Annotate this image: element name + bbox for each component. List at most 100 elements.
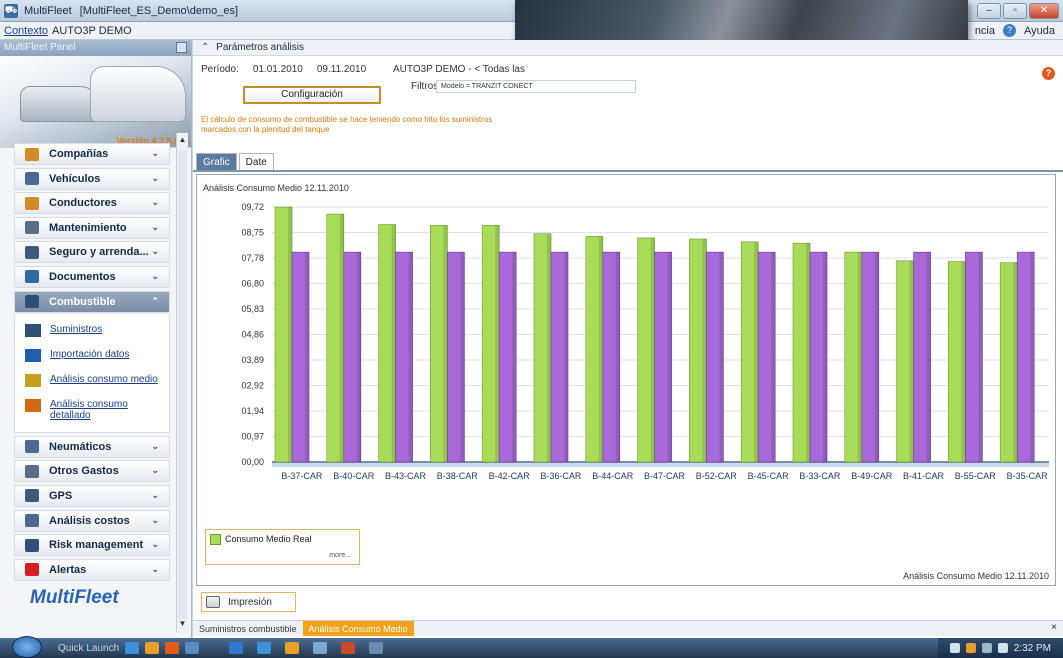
scroll-thumb[interactable] (178, 151, 187, 619)
start-button[interactable] (12, 636, 42, 658)
print-button[interactable]: Impresión (201, 592, 296, 612)
x-axis-scrollbar[interactable] (272, 463, 1049, 467)
bar-shade (356, 252, 361, 462)
chevron-down-icon[interactable]: ⌄ (151, 490, 159, 501)
chevron-down-icon[interactable]: ⌄ (151, 148, 159, 159)
bar-chart-icon: bar-chart-icon (25, 374, 41, 388)
help-warning-icon[interactable]: ? (1042, 67, 1055, 80)
help-link[interactable]: Ayuda (1024, 25, 1055, 37)
submenu-item-label[interactable]: Análisis consumo detallado (50, 399, 160, 421)
chevron-down-icon[interactable]: ⌄ (151, 197, 159, 208)
tray-app-icon[interactable] (965, 643, 976, 653)
bar-shade (391, 224, 396, 462)
bar-shade (806, 243, 810, 462)
pin-icon[interactable] (176, 42, 187, 53)
ie-icon[interactable] (125, 642, 140, 654)
desktop-icon[interactable] (185, 642, 200, 654)
clock[interactable]: 2:32 PM (1014, 643, 1051, 654)
date-to-field[interactable]: 09.11.2010 (317, 64, 366, 75)
y-tick-label: 07,78 (241, 253, 264, 263)
bar-shade (288, 207, 292, 462)
panel-scrollbar[interactable]: ▲ ▼ (176, 133, 188, 633)
params-header[interactable]: ⌃ Parámetros análisis (193, 40, 1063, 56)
mail-icon[interactable] (285, 642, 300, 654)
sidebar-item-vehículos[interactable]: car-icon Vehículos ⌄ (14, 167, 170, 190)
bar-shade (771, 252, 776, 462)
tray-signal-icon[interactable] (981, 643, 992, 653)
car-image (20, 86, 100, 122)
bar-shade (754, 241, 759, 462)
browser-icon[interactable] (257, 642, 272, 654)
tires-icon: tires-icon (25, 440, 39, 454)
media-icon[interactable] (341, 642, 356, 654)
scroll-up-icon[interactable]: ▲ (178, 135, 187, 147)
chevron-down-icon[interactable]: ⌄ (151, 246, 159, 257)
sidebar-item-compañías[interactable]: companies-icon Compañías ⌄ (14, 143, 170, 165)
legend-more-link[interactable]: more... (329, 552, 351, 559)
submenu-item-label[interactable]: Importación datos (50, 349, 160, 360)
multifleet-task-icon[interactable] (369, 642, 384, 654)
sidebar-item-análisis-costos[interactable]: cost-analysis-icon Análisis costos ⌄ (14, 509, 170, 532)
window-controls: – ▫ ✕ (977, 3, 1059, 19)
configuration-button[interactable]: Configuración (243, 86, 381, 104)
firefox-icon[interactable] (165, 642, 180, 654)
sidebar-item-seguro-y-arrenda-[interactable]: insurance-icon Seguro y arrenda...⌄ (14, 241, 170, 264)
chevron-up-icon[interactable]: ⌃ (151, 296, 159, 307)
filters-field[interactable]: Modelo = TRANZIT CONECT (436, 80, 636, 93)
sidebar-item-alertas[interactable]: alert-icon Alertas ⌄ (14, 558, 170, 581)
nav-list: companies-icon Compañías ⌄ car-icon Vehículo… (14, 143, 170, 583)
chevron-down-icon[interactable]: ⌄ (151, 539, 159, 550)
x-tick-label: B-42-CAR (489, 471, 531, 481)
period-row: Período: 01.01.2010 09.11.2010 (201, 64, 366, 75)
outlook-icon[interactable] (145, 642, 160, 654)
sidebar-item-mantenimiento[interactable]: wrench-icon Mantenimiento ⌄ (14, 216, 170, 239)
submenu-item[interactable]: import-icon Importación datos (15, 344, 169, 369)
sidebar-item-risk-management[interactable]: risk-icon Risk management ⌄ (14, 534, 170, 557)
tab-grafic[interactable]: Grafic (196, 153, 237, 170)
chevron-down-icon[interactable]: ⌄ (151, 441, 159, 452)
chart-footer: Análisis Consumo Medio 12.11.2010 (903, 571, 1049, 581)
help-left-text[interactable]: ncia (975, 25, 995, 37)
sidebar-item-otros-gastos[interactable]: expenses-icon Otros Gastos ⌄ (14, 460, 170, 483)
chevron-down-icon[interactable]: ⌄ (151, 515, 159, 526)
bar-shade (512, 252, 517, 462)
scroll-down-icon[interactable]: ▼ (178, 619, 187, 631)
skype-icon[interactable] (229, 642, 244, 654)
maximize-button[interactable]: ▫ (1003, 3, 1027, 19)
close-tab-icon[interactable]: × (1051, 622, 1057, 633)
risk-icon: risk-icon (25, 538, 39, 552)
tab-analisis-consumo-medio[interactable]: Análisis Consumo Medio (302, 621, 414, 636)
sidebar-item-label: Análisis costos (49, 514, 130, 527)
x-tick-label: B-37-CAR (281, 471, 323, 481)
collapse-icon[interactable]: ⌃ (201, 42, 209, 53)
submenu-item[interactable]: fuel-nozzle-icon Suministros (15, 319, 169, 344)
sidebar-item-label: Seguro y arrenda... (49, 246, 149, 259)
company-selector[interactable]: AUTO3P DEMO - < Todas las (393, 64, 525, 75)
help-icon[interactable]: ? (1003, 24, 1016, 37)
context-link[interactable]: Contexto (4, 25, 48, 37)
chevron-down-icon[interactable]: ⌄ (151, 271, 159, 282)
submenu-item-label[interactable]: Suministros (50, 324, 160, 335)
explorer-icon[interactable] (313, 642, 328, 654)
chevron-down-icon[interactable]: ⌄ (151, 222, 159, 233)
tray-volume-icon[interactable] (997, 643, 1008, 653)
fuel-icon: fuel-icon (25, 295, 39, 309)
submenu-item-label[interactable]: Análisis consumo medio (50, 374, 160, 385)
submenu-item[interactable]: detail-chart-icon Análisis consumo detall… (15, 394, 169, 426)
minimize-button[interactable]: – (977, 3, 1001, 19)
tab-date[interactable]: Date (238, 153, 274, 170)
sidebar-item-neumáticos[interactable]: tires-icon Neumáticos ⌄ (14, 435, 170, 458)
chevron-down-icon[interactable]: ⌄ (151, 465, 159, 476)
y-tick-label: 09,72 (241, 202, 264, 212)
tray-network-icon[interactable] (949, 643, 960, 653)
chevron-down-icon[interactable]: ⌄ (151, 173, 159, 184)
chevron-down-icon[interactable]: ⌄ (151, 564, 159, 575)
sidebar-item-conductores[interactable]: drivers-icon Conductores ⌄ (14, 192, 170, 215)
sidebar-item-documentos[interactable]: documents-icon Documentos ⌄ (14, 265, 170, 288)
tab-suministros-combustible[interactable]: Suministros combustible (193, 621, 303, 636)
close-button[interactable]: ✕ (1029, 3, 1059, 19)
sidebar-item-gps[interactable]: gps-icon GPS ⌄ (14, 484, 170, 507)
date-from-field[interactable]: 01.01.2010 (253, 64, 303, 75)
submenu-item[interactable]: bar-chart-icon Análisis consumo medio (15, 369, 169, 394)
sidebar-item-combustible[interactable]: fuel-icon Combustible ⌃ (14, 290, 170, 313)
